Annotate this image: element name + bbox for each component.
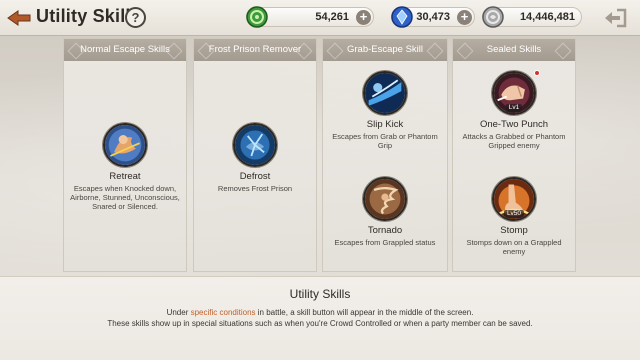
skill-name: Slip Kick <box>366 119 404 130</box>
column-header: Normal Escape Skills <box>64 39 186 61</box>
skill-name: Defrost <box>239 171 271 182</box>
skill-name: Stomp <box>500 225 528 236</box>
skill-name: One-Two Punch <box>479 119 549 130</box>
info-panel: Utility Skills Under specific conditions… <box>0 276 640 360</box>
one-two-punch-skill-icon[interactable]: Lv1 <box>492 71 536 115</box>
currency-gem: 30,473 + <box>390 5 475 29</box>
back-arrow-icon <box>7 10 31 26</box>
currency-silver-value: 14,446,481 <box>519 11 575 23</box>
skill-one-two-punch[interactable]: Lv1 One-Two Punch Attacks a Grabbed or P… <box>453 70 575 150</box>
help-button[interactable]: ? <box>125 7 146 28</box>
column-sealed: Sealed Skills Lv1 One-Two Punch Attacks … <box>452 38 576 272</box>
skill-description: Escapes from Grappled status <box>334 238 436 247</box>
skill-description: Removes Frost Prison <box>217 184 293 193</box>
info-title: Utility Skills <box>289 287 351 301</box>
currency-gem-value: 30,473 <box>416 11 450 23</box>
slip-kick-skill-icon[interactable] <box>363 71 407 115</box>
column-frost-prison: Frost Prison Remover Defrost Removes Fro… <box>193 38 317 272</box>
add-gem-button[interactable]: + <box>457 10 472 25</box>
tornado-skill-icon[interactable] <box>363 177 407 221</box>
green-gold-coin-icon <box>245 5 269 29</box>
skill-retreat[interactable]: Retreat Escapes when Knocked down, Airbo… <box>64 123 186 211</box>
skill-name: Retreat <box>109 171 141 182</box>
back-button[interactable] <box>4 4 34 32</box>
stomp-skill-icon[interactable]: Lv50 <box>492 177 536 221</box>
info-text: in battle, a skill button will appear in… <box>255 308 474 317</box>
exit-button[interactable] <box>602 6 630 30</box>
skill-description: Stomps down on a Grappled enemy <box>466 238 562 256</box>
info-line-2: These skills show up in special situatio… <box>107 319 533 328</box>
skill-stomp[interactable]: Lv50 Stomp Stomps down on a Grappled ene… <box>453 177 575 256</box>
column-header: Sealed Skills <box>453 39 575 61</box>
skill-defrost[interactable]: Defrost Removes Frost Prison <box>194 123 316 193</box>
defrost-skill-icon[interactable] <box>233 123 277 167</box>
currency-gold-value: 54,261 <box>315 11 349 23</box>
skill-level-badge: Lv50 <box>503 210 525 218</box>
column-header: Frost Prison Remover <box>194 39 316 61</box>
skill-description: Escapes from Grab or Phantom Grip <box>332 132 438 150</box>
info-text: Under <box>166 308 191 317</box>
column-header: Grab-Escape Skill <box>323 39 447 61</box>
silver-coin-icon <box>481 5 505 29</box>
top-bar: Utility Skills ? 54,261 + 30,473 + 14,44… <box>0 0 640 36</box>
notification-dot <box>534 70 540 76</box>
retreat-skill-icon[interactable] <box>103 123 147 167</box>
blue-gem-icon <box>390 5 414 29</box>
column-normal-escape: Normal Escape Skills Retreat Escapes whe… <box>63 38 187 272</box>
column-grab-escape: Grab-Escape Skill Slip Kick Escapes from… <box>322 38 448 272</box>
skill-tornado[interactable]: Tornado Escapes from Grappled status <box>323 177 447 247</box>
skill-slip-kick[interactable]: Slip Kick Escapes from Grab or Phantom G… <box>323 71 447 150</box>
currency-gold: 54,261 + <box>245 5 374 29</box>
skill-description: Attacks a Grabbed or Phantom Gripped ene… <box>462 132 566 150</box>
currency-silver: 14,446,481 <box>481 5 582 29</box>
info-line-1: Under specific conditions in battle, a s… <box>0 308 640 317</box>
highlight-text: specific conditions <box>190 308 256 317</box>
add-gold-button[interactable]: + <box>356 10 371 25</box>
skill-description: Escapes when Knocked down, Airborne, Stu… <box>70 184 180 211</box>
exit-icon <box>605 8 627 28</box>
skill-name: Tornado <box>367 225 403 236</box>
skill-level-badge: Lv1 <box>505 104 523 112</box>
